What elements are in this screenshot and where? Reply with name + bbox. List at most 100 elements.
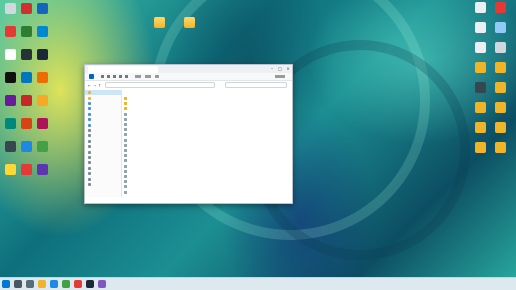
paste-icon[interactable] [113,75,116,78]
desktop-icon[interactable] [2,49,18,69]
desktop-icon[interactable] [472,22,488,42]
start-icon[interactable] [2,280,10,288]
desktop-icon[interactable] [34,49,50,69]
desktop-icon[interactable] [151,17,167,37]
desktop-icon[interactable] [2,26,18,46]
nav-item[interactable] [85,182,121,187]
file-icon [124,133,127,137]
more-icon[interactable] [155,75,159,78]
desktop-icon[interactable] [472,62,488,82]
desktop-icon[interactable] [2,72,18,92]
file-list [122,90,292,197]
desktop-icon[interactable] [2,164,18,184]
close-icon[interactable]: × [284,65,292,73]
forward-icon[interactable]: → [93,83,96,88]
file-row[interactable] [122,190,292,195]
desktop-icon[interactable] [2,141,18,161]
app-icon [4,141,16,152]
copy-icon[interactable] [107,75,110,78]
nav-icon [88,155,91,159]
search-input[interactable] [225,82,287,88]
file-explorer-icon[interactable] [38,280,46,288]
app-icon [4,49,16,60]
desktop-icon[interactable] [472,82,488,102]
cut-icon[interactable] [101,75,104,78]
file-icon [474,42,486,53]
nav-icon [88,150,91,154]
desktop-icon[interactable] [34,95,50,115]
file-icon [124,169,127,173]
nav-icon [88,96,91,100]
folder-icon [153,17,165,28]
file-icon [124,159,127,163]
app-icon [4,95,16,106]
task-view-icon[interactable] [26,280,34,288]
app-icon[interactable] [86,280,94,288]
new-icon[interactable] [89,74,94,79]
up-icon[interactable]: ↑ [98,83,101,88]
system-tray[interactable] [470,278,510,290]
desktop-icon[interactable] [472,102,488,122]
delete-icon[interactable] [125,75,128,78]
app-icon[interactable] [98,280,106,288]
browser-icon[interactable] [50,280,58,288]
sort-icon[interactable] [135,75,141,78]
browser-icon[interactable] [62,280,70,288]
folder-icon [474,102,486,113]
maximize-icon[interactable]: □ [276,65,284,73]
app-icon [20,26,32,37]
title-bar[interactable]: – □ × [85,65,292,73]
app-icon[interactable] [74,280,82,288]
desktop-icon[interactable] [472,122,488,142]
rename-icon[interactable] [119,75,122,78]
view-icon[interactable] [145,75,151,78]
desktop-icon[interactable] [472,42,488,62]
file-icon [124,123,127,127]
desktop-icon[interactable] [18,118,34,138]
home-icon [88,91,91,95]
desktop-icon[interactable] [34,72,50,92]
desktop-icon[interactable] [181,17,197,37]
folder-icon [124,107,127,111]
nav-icon [88,161,91,165]
desktop-icon[interactable] [492,122,508,142]
desktop-icon[interactable] [18,95,34,115]
desktop-icon[interactable] [2,95,18,115]
file-icon [124,128,127,132]
minimize-icon[interactable]: – [268,65,276,73]
desktop-icon[interactable] [492,62,508,82]
desktop-icon[interactable] [2,3,18,23]
desktop-icon[interactable] [34,118,50,138]
desktop-icon[interactable] [34,26,50,46]
search-icon[interactable] [14,280,22,288]
desktop-icon[interactable] [492,142,508,162]
app-icon [4,164,16,175]
desktop-icon[interactable] [18,26,34,46]
desktop-icon[interactable] [492,42,508,62]
desktop-icon[interactable] [472,2,488,22]
app-icon [4,72,16,83]
desktop-icon[interactable] [18,49,34,69]
desktop-icon[interactable] [18,141,34,161]
desktop-icon[interactable] [34,141,50,161]
nav-icon [88,172,91,176]
desktop-icon[interactable] [492,102,508,122]
file-icon [474,22,486,33]
desktop-icon[interactable] [492,82,508,102]
app-icon [36,3,48,14]
desktop-icon[interactable] [18,164,34,184]
nav-icon [88,177,91,181]
desktop-icon[interactable] [492,2,508,22]
desktop-icon[interactable] [18,72,34,92]
desktop-icon[interactable] [472,142,488,162]
desktop-icon[interactable] [2,118,18,138]
desktop-icon[interactable] [492,22,508,42]
file-explorer-window[interactable]: – □ × ← → ↑ [84,64,293,204]
desktop-icon[interactable] [34,164,50,184]
desktop-icon[interactable] [18,3,34,23]
details-icon[interactable] [275,75,285,78]
back-icon[interactable]: ← [88,83,91,88]
desktop-icon[interactable] [34,3,50,23]
address-bar[interactable] [105,82,215,88]
explorer-tab[interactable] [88,66,158,73]
